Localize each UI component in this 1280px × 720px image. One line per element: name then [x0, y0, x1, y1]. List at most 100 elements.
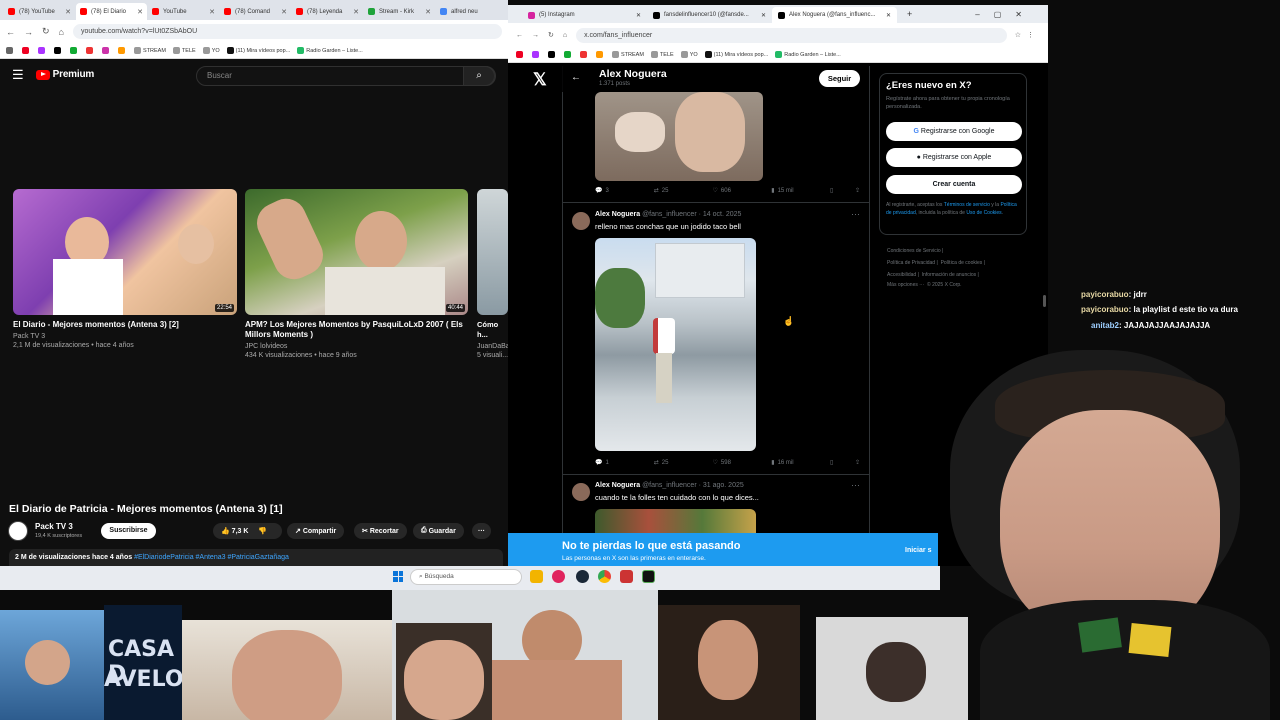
bookmark-icon[interactable]: [22, 47, 31, 54]
footer-link[interactable]: Accesibilidad: [887, 272, 916, 278]
subscribe-button[interactable]: Suscribirse: [101, 523, 156, 539]
banner-login-button[interactable]: Iniciar s: [905, 547, 931, 554]
views-button[interactable]: ▮ 15 mil: [771, 187, 830, 195]
browser-tab[interactable]: (78) YouTube ✕: [4, 3, 75, 20]
share-button[interactable]: ↗ Compartir: [287, 523, 345, 539]
footer-link[interactable]: Política de cookies: [941, 260, 983, 266]
taskbar-search-input[interactable]: ⌕ Búsqueda: [410, 569, 522, 585]
bookmark-icon[interactable]: [580, 51, 589, 58]
scrollbar-thumb[interactable]: [1043, 295, 1046, 307]
bookmark-icon[interactable]: [38, 47, 47, 54]
folder-icon[interactable]: [530, 570, 543, 583]
clip-button[interactable]: ✂ Recortar: [354, 523, 407, 539]
browser-toolbar-icons[interactable]: ☆⋮: [1015, 31, 1040, 39]
bookmark-icon[interactable]: [70, 47, 79, 54]
bookmark-icon[interactable]: [86, 47, 95, 54]
home-icon[interactable]: ⌂: [563, 32, 567, 39]
thumbs-down-icon[interactable]: 👎: [258, 527, 267, 535]
reload-icon[interactable]: ↻: [548, 31, 554, 39]
reload-icon[interactable]: ↻: [42, 26, 50, 37]
video-thumbnail[interactable]: [477, 189, 508, 315]
close-icon[interactable]: ✕: [353, 8, 359, 16]
footer-link[interactable]: Condiciones de Servicio: [887, 248, 941, 254]
video-title[interactable]: El Diario - Mejores momentos (Antena 3) …: [13, 320, 237, 330]
share-icon[interactable]: ⇪: [855, 187, 860, 194]
more-actions-button[interactable]: ···: [472, 523, 491, 539]
steam-icon[interactable]: [576, 570, 589, 583]
browser-tab-active[interactable]: Alex Noguera (@fans_influenc... ✕: [772, 7, 897, 23]
like-button[interactable]: ♡ 606: [713, 187, 772, 195]
close-icon[interactable]: ✕: [281, 8, 287, 16]
apps-icon[interactable]: [6, 47, 15, 54]
search-icon[interactable]: ⌕: [463, 66, 495, 86]
hashtags[interactable]: #ElDiariodePatricia #Antena3 #PatriciaGa…: [134, 554, 289, 561]
bookmark-folder-stream[interactable]: STREAM: [612, 51, 644, 58]
post-image[interactable]: [595, 238, 756, 451]
bookmark-radio-garden[interactable]: Radio Garden – Liste...: [297, 47, 363, 54]
share-icon[interactable]: ⇪: [855, 459, 860, 466]
close-icon[interactable]: ✕: [636, 12, 641, 19]
follow-button[interactable]: Seguir: [819, 70, 860, 87]
video-description[interactable]: 2 M de visualizaciones hace 4 años #ElDi…: [9, 549, 503, 566]
bookmark-folder-tele[interactable]: TELE: [172, 47, 196, 54]
browser-tab[interactable]: alfred neu: [436, 3, 507, 20]
app-icon[interactable]: [620, 570, 633, 583]
bookmark-icon[interactable]: [102, 47, 111, 54]
video-thumbnail[interactable]: 22:54: [13, 189, 237, 315]
create-account-button[interactable]: Crear cuenta: [886, 175, 1022, 194]
post-author[interactable]: Alex Noguera @fans_influencer · 31 ago. …: [595, 482, 744, 489]
url-field[interactable]: youtube.com/watch?v=lUt0ZSbAbOU: [72, 24, 502, 39]
bookmark-folder-yo[interactable]: YO: [202, 47, 220, 54]
url-field[interactable]: x.com/fans_influencer: [576, 27, 1007, 43]
save-button[interactable]: ⎙ Guardar: [413, 523, 464, 539]
post-image[interactable]: [595, 92, 763, 181]
windows-start-icon[interactable]: [393, 571, 403, 582]
avatar[interactable]: [572, 483, 590, 501]
youtube-logo[interactable]: Premium: [35, 69, 94, 80]
video-title[interactable]: Cómo h... Barriga: [477, 320, 508, 340]
back-icon[interactable]: ←: [516, 32, 523, 39]
reply-button[interactable]: 💬 1: [595, 459, 654, 467]
more-icon[interactable]: ···: [851, 480, 860, 490]
bookmark-folder-yo[interactable]: YO: [680, 51, 698, 58]
post-author[interactable]: Alex Noguera @fans_influencer · 14 oct. …: [595, 211, 741, 218]
more-icon[interactable]: ···: [851, 209, 860, 219]
repost-button[interactable]: ⇄ 25: [654, 459, 713, 467]
footer-link[interactable]: Más opciones ···: [887, 282, 924, 288]
forward-icon[interactable]: →: [24, 27, 33, 37]
apple-signup-button[interactable]: ● Registrarse con Apple: [886, 148, 1022, 167]
cookies-link[interactable]: Uso de Cookies: [966, 210, 1001, 216]
media-icon[interactable]: [552, 570, 565, 583]
browser-tab[interactable]: (5) Instagram ✕: [522, 7, 647, 23]
close-icon[interactable]: ✕: [65, 8, 71, 16]
browser-tab[interactable]: (78) Comand ✕: [220, 3, 291, 20]
x-logo-icon[interactable]: 𝕏: [533, 70, 547, 90]
bookmark-icon[interactable]: ▯: [830, 187, 833, 194]
bookmark-icon[interactable]: [54, 47, 63, 54]
bookmark-icon[interactable]: [516, 51, 525, 58]
close-icon[interactable]: ✕: [886, 12, 891, 19]
browser-tab[interactable]: fansdelinfluencer10 (@fansde... ✕: [647, 7, 772, 23]
avatar[interactable]: [572, 212, 590, 230]
channel-name[interactable]: Pack TV 3: [35, 522, 73, 531]
bookmark-share[interactable]: ▯ ⇪: [830, 187, 860, 194]
chrome-icon[interactable]: [598, 570, 611, 583]
footer-link[interactable]: Información de anuncios: [922, 272, 976, 278]
close-icon[interactable]: ✕: [209, 8, 215, 16]
post-image[interactable]: [595, 509, 756, 533]
youtube-search-input[interactable]: Buscar ⌕: [196, 66, 496, 86]
menu-icon[interactable]: ☰: [12, 67, 24, 83]
bookmark-radio-garden[interactable]: Radio Garden – Liste...: [775, 51, 841, 58]
google-signup-button[interactable]: G Registrarse con Google: [886, 122, 1022, 141]
close-icon[interactable]: ✕: [425, 8, 431, 16]
repost-button[interactable]: ⇄ 25: [654, 187, 713, 195]
close-icon[interactable]: ✕: [137, 8, 143, 16]
terms-link[interactable]: Términos de servicio: [944, 202, 990, 208]
bookmark-folder-stream[interactable]: STREAM: [134, 47, 166, 54]
bookmark-folder-tele[interactable]: TELE: [650, 51, 674, 58]
close-icon[interactable]: ✕: [761, 12, 766, 19]
channel-avatar[interactable]: [8, 521, 28, 541]
new-tab-icon[interactable]: +: [907, 9, 912, 19]
forward-icon[interactable]: →: [532, 32, 539, 39]
thumbs-up-icon[interactable]: 👍: [221, 527, 230, 535]
